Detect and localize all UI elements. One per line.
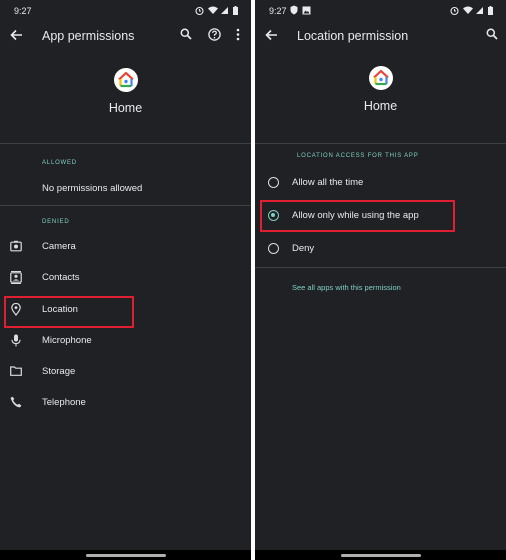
microphone-icon	[11, 334, 21, 347]
option-deny[interactable]: Deny	[255, 236, 506, 262]
permission-label: Contacts	[42, 272, 80, 283]
back-arrow-icon[interactable]	[10, 29, 23, 41]
page-title: App permissions	[42, 29, 135, 43]
highlight-box-location	[4, 296, 134, 328]
option-label: Allow all the time	[292, 177, 364, 188]
divider	[0, 205, 251, 206]
permission-item-camera[interactable]: Camera	[0, 233, 251, 260]
contacts-icon	[10, 271, 22, 284]
permission-label: Telephone	[42, 397, 86, 408]
option-allow-all-the-time[interactable]: Allow all the time	[255, 170, 506, 196]
highlight-box-allow-while-using	[260, 200, 455, 232]
no-permissions-allowed-text: No permissions allowed	[42, 183, 143, 194]
app-name: Home	[363, 99, 398, 113]
image-notification-icon	[302, 6, 311, 15]
permission-label: Camera	[42, 241, 76, 252]
gesture-handle[interactable]	[341, 554, 421, 557]
permission-item-telephone[interactable]: Telephone	[0, 389, 251, 416]
see-all-apps-link[interactable]: See all apps with this permission	[292, 283, 401, 292]
more-options-icon[interactable]	[236, 28, 240, 41]
allowed-section-header: ALLOWED	[42, 160, 77, 166]
permission-item-storage[interactable]: Storage	[0, 358, 251, 385]
divider	[255, 143, 506, 144]
navigation-bar	[0, 550, 251, 560]
denied-section-header: DENIED	[42, 219, 70, 225]
location-access-section-header: LOCATION ACCESS FOR THIS APP	[297, 153, 419, 159]
gesture-handle[interactable]	[86, 554, 166, 557]
permission-label: Storage	[42, 366, 76, 377]
divider	[255, 267, 506, 268]
phone-icon	[10, 396, 22, 408]
search-icon[interactable]	[180, 28, 192, 40]
radio-button-unchecked[interactable]	[268, 177, 279, 188]
option-label: Deny	[292, 243, 315, 254]
app-permissions-screen: 9:27 App permissions Home ALLOWED No per…	[0, 0, 251, 560]
navigation-bar	[255, 550, 506, 560]
location-permission-screen: 9:27 Location permission Home LOCATION A…	[255, 0, 506, 560]
status-time: 9:27	[14, 6, 32, 16]
radio-button-unchecked[interactable]	[268, 243, 279, 254]
permission-item-contacts[interactable]: Contacts	[0, 264, 251, 291]
page-title: Location permission	[297, 29, 409, 43]
status-icons	[450, 5, 502, 16]
permission-label: Microphone	[42, 335, 92, 346]
camera-icon	[10, 240, 22, 252]
permission-item-microphone[interactable]: Microphone	[0, 327, 251, 354]
google-home-app-icon	[114, 68, 138, 92]
back-arrow-icon[interactable]	[265, 29, 278, 41]
folder-icon	[10, 366, 22, 376]
status-icons	[195, 5, 247, 16]
app-name: Home	[108, 101, 143, 115]
google-home-app-icon	[369, 66, 393, 90]
divider	[0, 143, 251, 144]
status-time: 9:27	[269, 6, 287, 16]
shield-notification-icon	[290, 5, 298, 15]
help-icon[interactable]	[208, 28, 221, 41]
search-icon[interactable]	[486, 28, 498, 40]
